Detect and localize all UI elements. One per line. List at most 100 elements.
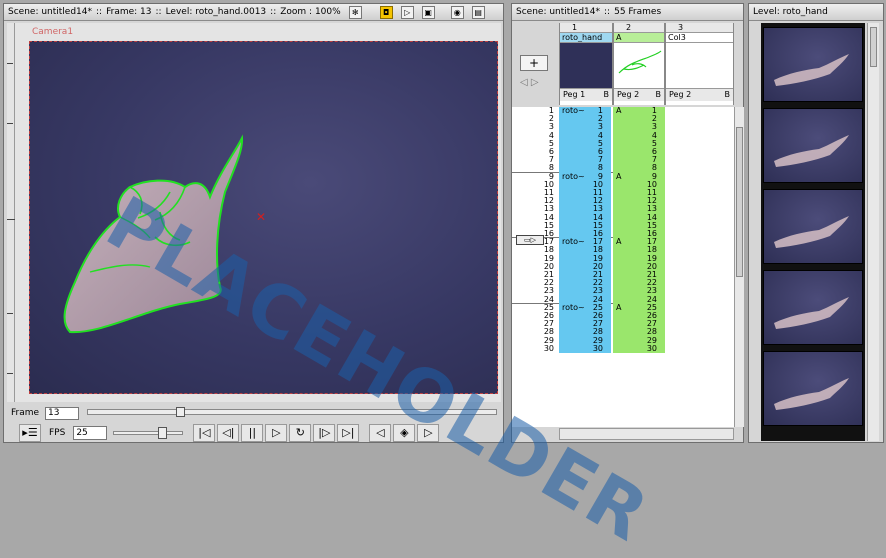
xsheet-cell[interactable] <box>665 254 734 263</box>
xsheet-cell[interactable] <box>665 172 734 181</box>
column-peg[interactable]: Peg 1 <box>563 89 585 101</box>
xsheet-cell[interactable]: roto~ 1 <box>559 107 611 116</box>
safe-area-icon[interactable]: ✻ <box>348 5 362 19</box>
scrollbar-thumb[interactable] <box>736 127 743 277</box>
xsheet-cell[interactable] <box>665 115 734 124</box>
xsheet-cell[interactable]: 27 <box>559 320 611 329</box>
xsheet-cell[interactable]: 20 <box>613 262 665 271</box>
xsheet-cell[interactable]: A 25 <box>613 303 665 312</box>
xsheet-cell[interactable]: 26 <box>613 311 665 321</box>
xsheet-cell[interactable] <box>665 131 734 140</box>
new-level-button[interactable]: + <box>520 55 548 71</box>
table-row[interactable]: 30 30 30 <box>512 344 734 353</box>
xsheet-cell[interactable]: 29 <box>613 336 665 345</box>
pause-icon[interactable]: || <box>241 424 264 442</box>
xsheet-cell[interactable]: 10 <box>559 180 611 189</box>
xsheet-cell[interactable]: 3 <box>613 123 665 132</box>
xsheet-cell[interactable] <box>665 312 734 321</box>
xsheet-cell[interactable] <box>665 287 734 296</box>
viewer-canvas[interactable]: Camera1 ✕ <box>7 23 501 402</box>
table-row[interactable]: 333 <box>512 123 734 132</box>
xsheet-cell[interactable]: 7 <box>559 156 611 165</box>
xsheet-cell[interactable]: 12 <box>613 197 665 206</box>
key-icon[interactable]: ◈ <box>393 424 416 442</box>
xsheet-cell[interactable]: A9 <box>613 172 665 181</box>
xsheet-cell[interactable]: 4 <box>559 131 611 140</box>
xsheet-cell[interactable]: 14 <box>613 213 665 222</box>
column-peg[interactable]: Peg 2 <box>617 89 639 101</box>
camera-view-icon[interactable]: ▣ <box>421 5 435 19</box>
level-strip-frame[interactable] <box>763 189 863 264</box>
xsheet-cell[interactable] <box>665 238 734 247</box>
xsheet-cell[interactable]: 15 <box>559 221 611 230</box>
xsheet-cell[interactable]: roto~ 9 <box>559 172 611 181</box>
xsheet-cell[interactable]: 18 <box>613 246 665 255</box>
last-frame-icon[interactable]: ▷| <box>337 424 360 442</box>
sub-camera-icon[interactable]: ▤ <box>471 5 485 19</box>
xsheet-cell[interactable] <box>665 303 734 312</box>
xsheet-cell[interactable]: A1 <box>613 107 665 116</box>
xsheet-cell[interactable]: 7 <box>613 156 665 165</box>
level-strip-frame[interactable] <box>763 108 863 183</box>
fps-slider[interactable] <box>113 427 184 439</box>
xsheet-cell[interactable] <box>665 189 734 198</box>
xsheet-cell[interactable]: 22 <box>613 279 665 288</box>
level-strip[interactable]: 12345 <box>761 23 865 441</box>
xsheet-cell[interactable]: 19 <box>613 254 665 263</box>
xsheet-cell[interactable] <box>665 180 734 189</box>
xsheet-cell[interactable]: A 17 <box>613 238 665 247</box>
level-strip-scrollbar[interactable] <box>867 23 879 441</box>
xsheet-cell[interactable]: 3 <box>559 123 611 132</box>
xsheet-cell[interactable]: 2 <box>613 115 665 124</box>
table-row[interactable]: 444 <box>512 131 734 140</box>
xsheet-cell[interactable]: 28 <box>613 328 665 337</box>
xsheet-cell[interactable]: 21 <box>559 270 611 280</box>
xsheet-cell-area[interactable]: 1 roto~ 1 A 1 2 2 2 3 3 3 4 4 4 5 5 5 6 6 6 7 7 7 8 8 8 9 roto~ 9 A 9 1… <box>512 107 734 427</box>
flipbook-menu-icon[interactable]: ▸☰ <box>19 424 41 442</box>
xsheet-cell[interactable] <box>665 148 734 157</box>
xsheet-cell[interactable]: 10 <box>613 180 665 189</box>
prev-next-arrows-icon[interactable]: ◁ ▷ <box>520 77 539 88</box>
loop-icon[interactable]: ↻ <box>289 424 312 442</box>
xsheet-cell[interactable]: 27 <box>613 320 665 329</box>
xsheet-cell[interactable]: 14 <box>559 213 611 222</box>
xsheet-cell[interactable]: 5 <box>559 139 611 148</box>
xsheet-cell[interactable]: 22 <box>559 279 611 288</box>
xsheet-cell[interactable] <box>665 344 734 353</box>
3d-view-icon[interactable]: ▷ <box>400 5 414 19</box>
xsheet-cell[interactable]: 11 <box>613 188 665 198</box>
xsheet-cell[interactable]: 13 <box>559 205 611 214</box>
xsheet-cell[interactable] <box>665 139 734 148</box>
xsheet-cell[interactable] <box>665 164 734 173</box>
level-strip-frame[interactable] <box>763 270 863 345</box>
xsheet-cell[interactable]: 18 <box>559 246 611 255</box>
xsheet-cell[interactable]: 6 <box>613 147 665 157</box>
xsheet-horizontal-scrollbar[interactable] <box>559 428 734 440</box>
table-row[interactable]: 666 <box>512 147 734 157</box>
xsheet-cell[interactable]: roto~ 17 <box>559 238 611 247</box>
xsheet-cell[interactable]: 13 <box>613 205 665 214</box>
xsheet-cell[interactable] <box>665 271 734 280</box>
column-header-3[interactable]: 3 Col3 Peg 2 B <box>665 23 734 105</box>
level-strip-frame[interactable] <box>763 27 863 102</box>
preview-eye-icon[interactable]: ◉ <box>450 5 464 19</box>
xsheet-cell[interactable] <box>665 123 734 132</box>
table-row[interactable]: 777 <box>512 156 734 165</box>
xsheet-cell[interactable]: 15 <box>613 221 665 230</box>
xsheet-cell[interactable]: 23 <box>559 287 611 296</box>
level-strip-frame[interactable] <box>763 351 863 426</box>
xsheet-cell[interactable] <box>665 328 734 337</box>
camera-stand-toggle-icon[interactable]: ◘ <box>379 5 393 19</box>
xsheet-cell[interactable] <box>665 336 734 345</box>
xsheet-cell[interactable] <box>665 205 734 214</box>
xsheet-cell[interactable]: 6 <box>559 147 611 157</box>
xsheet-cell[interactable] <box>665 156 734 165</box>
xsheet-cell[interactable] <box>665 213 734 222</box>
xsheet-cell[interactable] <box>665 279 734 288</box>
frame-slider-thumb[interactable] <box>176 407 185 417</box>
table-row[interactable]: 555 <box>512 139 734 148</box>
xsheet-cell[interactable]: 5 <box>613 139 665 148</box>
xsheet-cell[interactable]: 11 <box>559 188 611 198</box>
xsheet-cell[interactable] <box>665 197 734 206</box>
table-row[interactable]: 1 roto~ 1 A 1 <box>512 107 734 116</box>
